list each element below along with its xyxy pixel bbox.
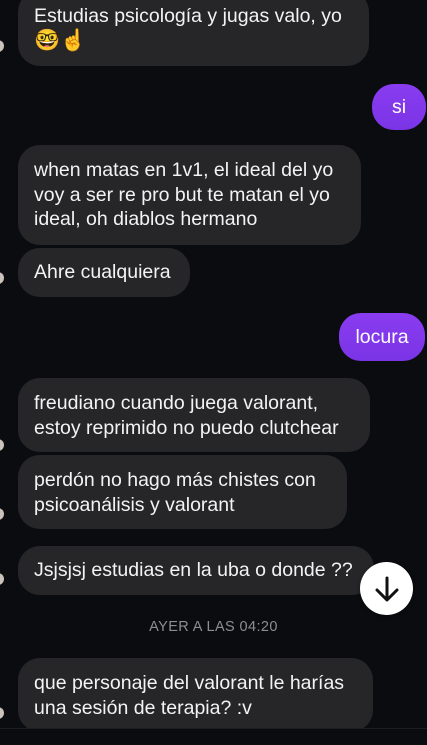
avatar[interactable] (0, 707, 4, 719)
message-text: Jsjsjsj estudias en la uba o donde ?? (34, 559, 353, 581)
avatar[interactable] (0, 40, 4, 52)
message-text: Ahre cualquiera (34, 261, 171, 283)
avatar[interactable] (0, 272, 4, 284)
message-text: when matas en 1v1, el ideal del yo (34, 159, 334, 181)
arrow-down-icon (373, 574, 401, 604)
message-text: psicoanálisis y valorant (34, 493, 235, 516)
message-bubble-received[interactable]: perdón no hago más chistes con psicoanál… (18, 455, 347, 529)
message-text: ideal, oh diablos hermano (34, 208, 258, 230)
message-text: freudiano cuando juega valorant, (34, 392, 319, 414)
message-bubble-received[interactable]: Jsjsjsj estudias en la uba o donde ?? (18, 546, 374, 595)
message-text: que personaje del valorant le harías (34, 672, 345, 694)
scroll-to-bottom-button[interactable] (360, 562, 413, 615)
message-text: locura (355, 325, 409, 348)
avatar[interactable] (0, 573, 4, 585)
message-text: voy a ser re pro but te matan el yo (34, 183, 330, 206)
message-bubble-received[interactable]: when matas en 1v1, el ideal del yo voy a… (18, 145, 361, 245)
message-text: estoy reprimido no puedo clutchear (34, 416, 339, 439)
avatar[interactable] (0, 439, 4, 451)
message-text: perdón no hago más chistes con (34, 469, 316, 491)
message-bubble-received[interactable]: Estudias psicología y jugas valo, yo 🤓☝️ (18, 0, 369, 66)
message-text: una sesión de terapia? :v (34, 696, 252, 719)
message-bubble-received[interactable]: freudiano cuando juega valorant, estoy r… (18, 378, 370, 452)
timestamp-divider: AYER A LAS 04:20 (149, 619, 278, 635)
message-bubble-received[interactable]: Ahre cualquiera (18, 248, 190, 297)
message-text: Estudias psicología y jugas valo, yo (34, 5, 342, 27)
message-emoji: 🤓☝️ (34, 28, 87, 52)
message-bubble-received[interactable]: que personaje del valorant le harías una… (18, 658, 373, 732)
message-bubble-sent[interactable]: si (372, 84, 426, 130)
avatar[interactable] (0, 508, 4, 520)
message-text: si (391, 95, 407, 118)
message-bubble-sent[interactable]: locura (339, 313, 425, 361)
composer-edge (0, 728, 427, 745)
